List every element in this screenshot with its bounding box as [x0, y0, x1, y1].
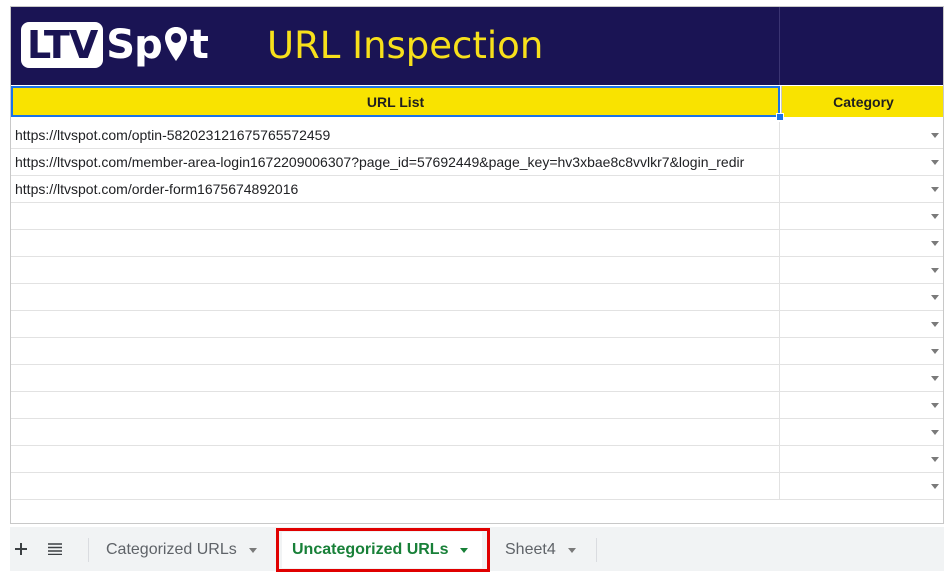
category-dropdown-cell[interactable] [779, 203, 943, 229]
category-dropdown-cell[interactable] [779, 365, 943, 391]
table-row [11, 365, 943, 392]
url-cell[interactable] [11, 311, 779, 337]
table-row [11, 419, 943, 446]
url-cell[interactable] [11, 338, 779, 364]
column-divider [779, 7, 780, 85]
table-row [11, 230, 943, 257]
table-row [11, 446, 943, 473]
map-pin-icon [164, 27, 187, 61]
ltvspot-logo: LTV Sp t [21, 19, 209, 71]
logo-sp-text: Sp [106, 22, 162, 68]
url-cell[interactable] [11, 365, 779, 391]
triangle-down-icon[interactable] [931, 241, 939, 246]
triangle-down-icon[interactable] [931, 349, 939, 354]
table-row [11, 257, 943, 284]
triangle-down-icon[interactable] [931, 160, 939, 165]
logo-spot-text: Sp t [106, 22, 209, 68]
url-cell[interactable] [11, 446, 779, 472]
logo-ltv-text: LTV [21, 22, 104, 68]
category-dropdown-cell[interactable] [779, 392, 943, 418]
tab-divider [88, 538, 89, 562]
category-dropdown-cell[interactable] [779, 419, 943, 445]
header-banner: LTV Sp t URL Inspection [11, 7, 943, 85]
table-row: https://ltvspot.com/optin-58202312167576… [11, 122, 943, 149]
category-dropdown-cell[interactable] [779, 446, 943, 472]
table-row [11, 473, 943, 500]
spreadsheet-grid: LTV Sp t URL Inspection URL List Categor… [10, 6, 944, 524]
url-cell[interactable] [11, 392, 779, 418]
selection-fill-handle[interactable] [776, 113, 784, 121]
category-header[interactable]: Category [781, 86, 943, 117]
triangle-down-icon[interactable] [931, 457, 939, 462]
page-title: URL Inspection [267, 24, 544, 67]
category-dropdown-cell[interactable] [779, 230, 943, 256]
category-dropdown-cell[interactable] [779, 257, 943, 283]
tab-divider [596, 538, 597, 562]
url-cell[interactable] [11, 473, 779, 499]
triangle-down-icon[interactable] [931, 268, 939, 273]
triangle-down-icon[interactable] [931, 430, 939, 435]
table-row [11, 338, 943, 365]
url-cell[interactable] [11, 284, 779, 310]
table-row [11, 311, 943, 338]
category-dropdown-cell[interactable] [779, 284, 943, 310]
url-cell[interactable] [11, 203, 779, 229]
table-row [11, 392, 943, 419]
table-row [11, 284, 943, 311]
table-row: https://ltvspot.com/order-form1675674892… [11, 176, 943, 203]
triangle-down-icon[interactable] [931, 322, 939, 327]
triangle-down-icon[interactable] [931, 403, 939, 408]
tab-label: Sheet4 [505, 541, 556, 558]
tab-label: Categorized URLs [106, 541, 237, 558]
table-row [11, 203, 943, 230]
url-cell[interactable] [11, 230, 779, 256]
triangle-down-icon[interactable] [931, 214, 939, 219]
logo-t-text: t [189, 22, 209, 68]
tab-sheet4[interactable]: Sheet4 [495, 532, 595, 568]
tab-categorized-urls[interactable]: Categorized URLs [96, 532, 270, 568]
triangle-down-icon[interactable] [931, 484, 939, 489]
category-dropdown-cell[interactable] [779, 176, 943, 202]
plus-icon[interactable] [10, 538, 32, 560]
category-dropdown-cell[interactable] [779, 338, 943, 364]
category-dropdown-cell[interactable] [779, 311, 943, 337]
category-dropdown-cell[interactable] [779, 122, 943, 148]
triangle-down-icon[interactable] [931, 376, 939, 381]
url-list-header[interactable]: URL List [11, 86, 780, 117]
category-dropdown-cell[interactable] [779, 473, 943, 499]
url-cell[interactable] [11, 257, 779, 283]
url-cell[interactable]: https://ltvspot.com/order-form1675674892… [11, 176, 779, 202]
table-row: https://ltvspot.com/member-area-login167… [11, 149, 943, 176]
url-cell[interactable]: https://ltvspot.com/optin-58202312167576… [11, 122, 779, 148]
triangle-down-icon[interactable] [931, 187, 939, 192]
url-cell[interactable]: https://ltvspot.com/member-area-login167… [11, 149, 779, 175]
highlight-box [276, 528, 490, 572]
menu-lines-icon[interactable] [44, 538, 66, 560]
triangle-down-icon[interactable] [931, 133, 939, 138]
url-cell[interactable] [11, 419, 779, 445]
data-rows: https://ltvspot.com/optin-58202312167576… [11, 122, 943, 500]
category-dropdown-cell[interactable] [779, 149, 943, 175]
triangle-down-icon[interactable] [248, 547, 257, 553]
triangle-down-icon[interactable] [931, 295, 939, 300]
triangle-down-icon[interactable] [567, 547, 576, 553]
